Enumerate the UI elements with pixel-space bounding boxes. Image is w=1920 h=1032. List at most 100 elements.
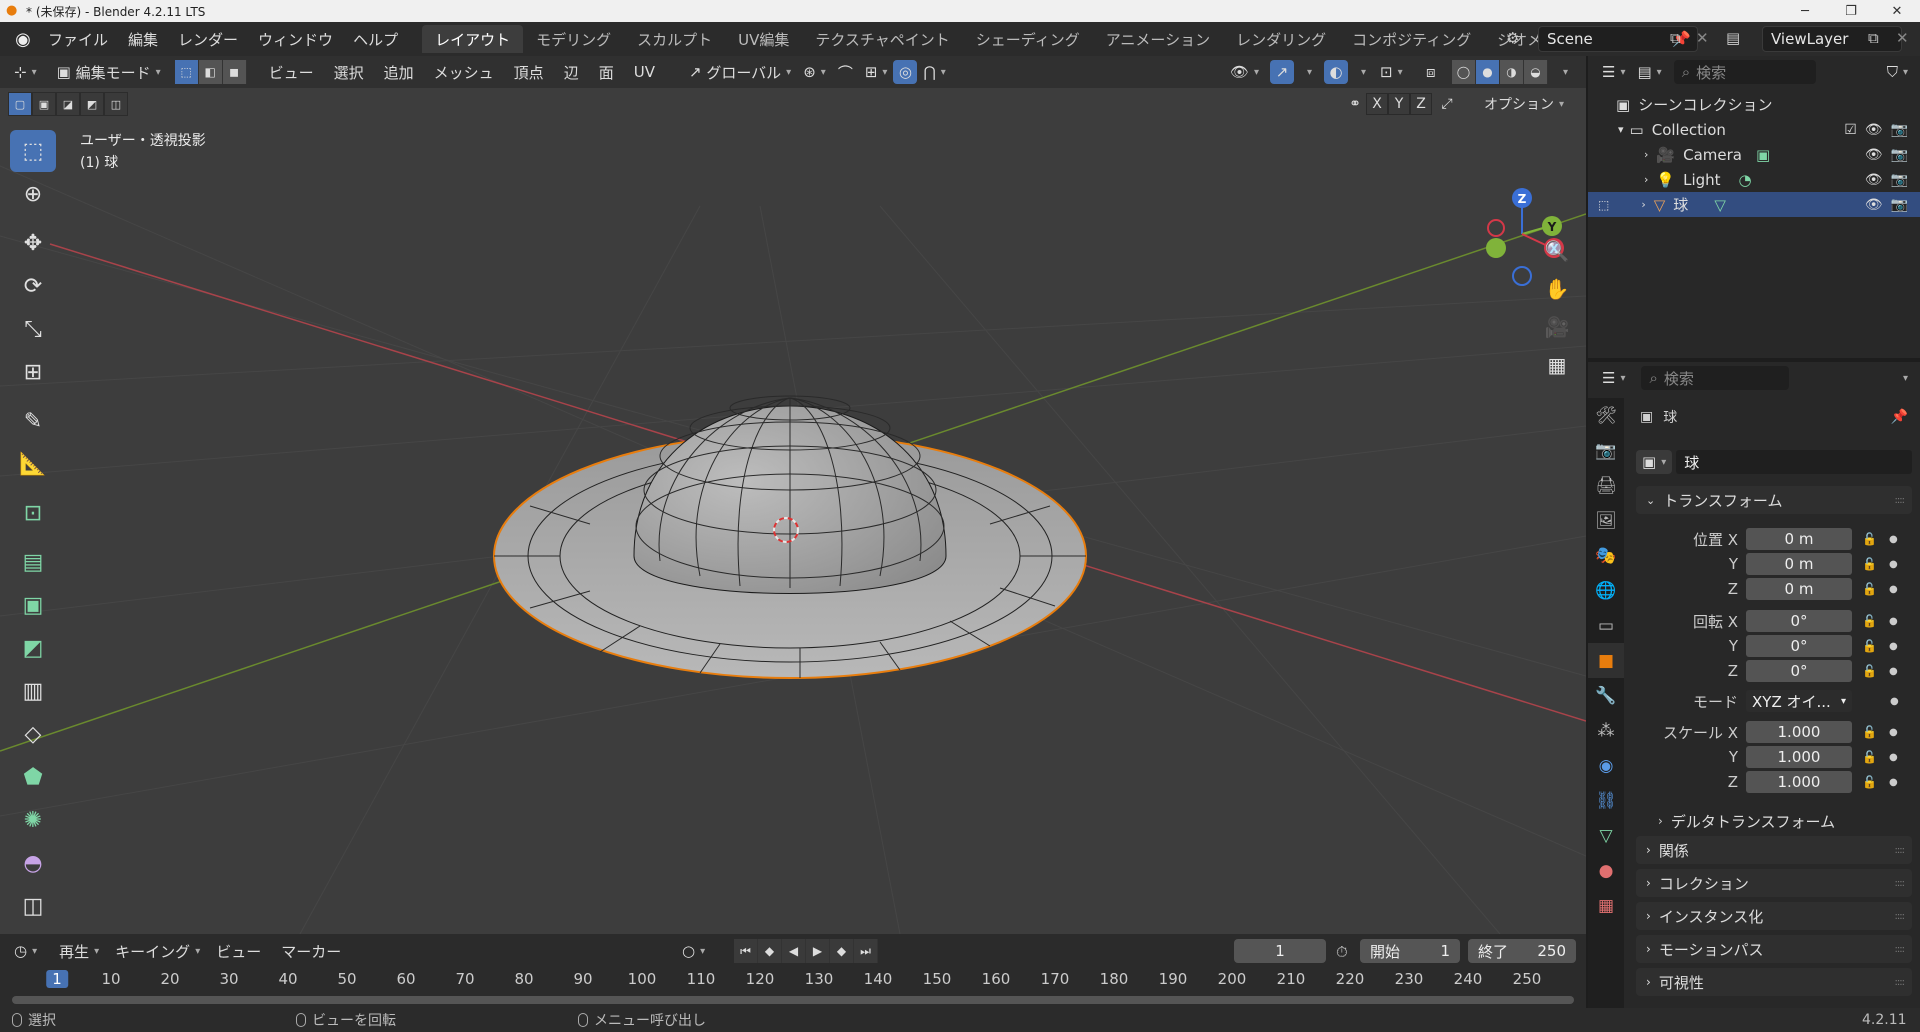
display-mode-dropdown[interactable]: ▤ ▾	[1631, 60, 1667, 84]
menu-select[interactable]: 選択	[324, 62, 374, 83]
delete-view-layer-icon[interactable]: ✕	[1896, 29, 1909, 47]
physics-tab-icon[interactable]: ◉	[1588, 748, 1624, 783]
snap-target-dropdown[interactable]: ⊞ ▾	[859, 60, 894, 84]
select-subtract-icon[interactable]: ◪	[56, 92, 80, 116]
filter-dropdown[interactable]: ⛉ ▾	[1881, 60, 1914, 84]
scale-tool-icon[interactable]: ⤡	[10, 308, 56, 350]
modifier-tab-icon[interactable]: 🔧	[1588, 678, 1624, 713]
timeline-ruler[interactable]: 1 10 20 30 40 50 60 70 80 90 100 110 120 130 140 150 160…	[0, 970, 1586, 992]
object-tab-icon[interactable]: ■	[1588, 643, 1624, 678]
keyframe-dot-icon[interactable]: ●	[1889, 616, 1898, 627]
texture-tab-icon[interactable]: ▦	[1588, 888, 1624, 923]
bevel-tool-icon[interactable]: ◩	[10, 627, 56, 669]
motion-paths-panel-header[interactable]: › モーションパス ::::	[1636, 935, 1912, 963]
gizmo-dropdown[interactable]: ▾	[1296, 60, 1318, 84]
visibility-eye-icon[interactable]: 👁	[1865, 172, 1883, 188]
loop-cut-tool-icon[interactable]: ▥	[10, 670, 56, 712]
timeline-editor-type-dropdown[interactable]: ◷ ▾	[8, 939, 43, 963]
viewport-canvas[interactable]: Z Y X	[0, 56, 1586, 934]
tab-uv-editing[interactable]: UV編集	[725, 25, 802, 53]
mesh-dome[interactable]	[633, 395, 947, 594]
tab-sculpt[interactable]: スカルプト	[624, 25, 725, 53]
collection-tab-icon[interactable]: ▭	[1588, 608, 1624, 643]
rotate-tool-icon[interactable]: ⟳	[10, 265, 56, 307]
outliner-row-light[interactable]: › 💡 Light ◔ 👁 📷	[1588, 167, 1920, 192]
world-tab-icon[interactable]: 🌐	[1588, 573, 1624, 608]
keyframe-dot-icon[interactable]: ●	[1889, 777, 1898, 788]
prev-keyframe-icon[interactable]: ◆	[758, 939, 782, 963]
visibility-dropdown[interactable]: 👁 ▾	[1224, 60, 1265, 84]
delta-transform-subpanel[interactable]: › デルタトランスフォーム	[1636, 810, 1912, 832]
transform-tool-icon[interactable]: ⊞	[10, 351, 56, 393]
camera-data-icon[interactable]: ▣	[1756, 146, 1770, 164]
render-camera-icon[interactable]: 📷	[1891, 122, 1908, 138]
scale-y-field[interactable]: 1.000	[1746, 746, 1852, 768]
lock-icon[interactable]: 🔓	[1862, 725, 1877, 739]
rotation-x-field[interactable]: 0°	[1746, 610, 1852, 632]
play-icon[interactable]: ▶	[806, 939, 830, 963]
spin-tool-icon[interactable]: ✺	[10, 799, 56, 841]
lock-icon[interactable]: 🔓	[1862, 639, 1877, 653]
select-new-icon[interactable]: ▢	[8, 92, 32, 116]
select-intersect-icon[interactable]: ◫	[104, 92, 128, 116]
drag-handle-icon[interactable]: ::::	[1895, 878, 1906, 889]
mirror-z-button[interactable]: Z	[1410, 93, 1432, 115]
gizmo-toggle-icon[interactable]: ↗	[1270, 60, 1294, 84]
scene-tab-icon[interactable]: 🎭	[1588, 538, 1624, 573]
shading-dropdown[interactable]: ▾	[1552, 60, 1574, 84]
solid-shading-icon[interactable]: ●	[1476, 60, 1500, 84]
menu-render[interactable]: レンダー	[168, 26, 248, 52]
rotation-mode-dropdown[interactable]: XYZ オイ... ▾	[1746, 690, 1852, 712]
playback-dropdown[interactable]: 再生 ▾	[53, 939, 105, 963]
light-data-icon[interactable]: ◔	[1739, 171, 1752, 189]
menu-uv[interactable]: UV	[624, 63, 665, 81]
extrude-tool-icon[interactable]: ▤	[10, 541, 56, 583]
wireframe-shading-icon[interactable]: ◯	[1452, 60, 1476, 84]
outliner-row-collection[interactable]: ▾ ▭ Collection ☑ 👁 📷	[1588, 117, 1920, 142]
outliner-row-sphere[interactable]: ⬚ › ▽ 球 ▽ 👁 📷	[1588, 192, 1920, 217]
location-y-field[interactable]: 0 m	[1746, 553, 1852, 575]
close-button[interactable]: ✕	[1874, 0, 1920, 22]
menu-edge[interactable]: 辺	[554, 62, 589, 83]
view-layer-icon[interactable]: ▤	[1726, 29, 1740, 47]
rotation-z-field[interactable]: 0°	[1746, 660, 1852, 682]
menu-window[interactable]: ウィンドウ	[248, 26, 343, 52]
vertex-select-icon[interactable]: ⬚	[174, 60, 199, 84]
xray-toggle-icon[interactable]: ⧈	[1420, 60, 1442, 84]
visibility-eye-icon[interactable]: 👁	[1865, 197, 1883, 213]
constraints-tab-icon[interactable]: ⛓	[1588, 783, 1624, 818]
menu-add[interactable]: 追加	[374, 62, 424, 83]
select-extend-icon[interactable]: ▣	[32, 92, 56, 116]
keyframe-dot-icon[interactable]: ●	[1890, 696, 1899, 707]
relations-panel-header[interactable]: › 関係 ::::	[1636, 836, 1912, 864]
keying-dropdown[interactable]: キーイング ▾	[109, 939, 206, 963]
camera-view-icon[interactable]: 🎥	[1540, 310, 1574, 344]
object-browse-dropdown[interactable]: ▣ ▾	[1636, 450, 1673, 474]
options-dropdown[interactable]: オプション ▾	[1478, 92, 1570, 116]
next-keyframe-icon[interactable]: ◆	[830, 939, 854, 963]
drag-handle-icon[interactable]: ::::	[1895, 911, 1906, 922]
keyframe-dot-icon[interactable]: ●	[1889, 559, 1898, 570]
visibility-eye-icon[interactable]: 👁	[1865, 122, 1883, 138]
location-z-field[interactable]: 0 m	[1746, 578, 1852, 600]
lock-icon[interactable]: 🔓	[1862, 532, 1877, 546]
outliner-row-scene-collection[interactable]: ▣ シーンコレクション	[1588, 92, 1920, 117]
tool-tab-icon[interactable]: 🛠	[1588, 398, 1624, 433]
select-box-tool-icon[interactable]: ⬚	[10, 130, 56, 172]
outliner-row-camera[interactable]: › 🎥 Camera ▣ 👁 📷	[1588, 142, 1920, 167]
falloff-dropdown[interactable]: ⋂ ▾	[917, 60, 951, 84]
lock-icon[interactable]: 🔓	[1862, 614, 1877, 628]
view-layer-field[interactable]: ViewLayer	[1762, 26, 1902, 52]
new-scene-icon[interactable]: ⧉	[1670, 29, 1681, 47]
restore-button[interactable]: ❐	[1828, 0, 1874, 22]
lock-icon[interactable]: 🔓	[1862, 775, 1877, 789]
knife-tool-icon[interactable]: ◇	[10, 713, 56, 755]
tab-rendering[interactable]: レンダリング	[1223, 25, 1339, 53]
render-camera-icon[interactable]: 📷	[1891, 172, 1908, 188]
drag-handle-icon[interactable]: ::::	[1895, 845, 1906, 856]
render-tab-icon[interactable]: 📷	[1588, 433, 1624, 468]
menu-vertex[interactable]: 頂点	[504, 62, 554, 83]
lock-icon[interactable]: 🔓	[1862, 582, 1877, 596]
mesh-edit-overlay-icon[interactable]: ⊡ ▾	[1374, 60, 1409, 84]
frame-start-field[interactable]: 開始 1	[1360, 939, 1460, 963]
